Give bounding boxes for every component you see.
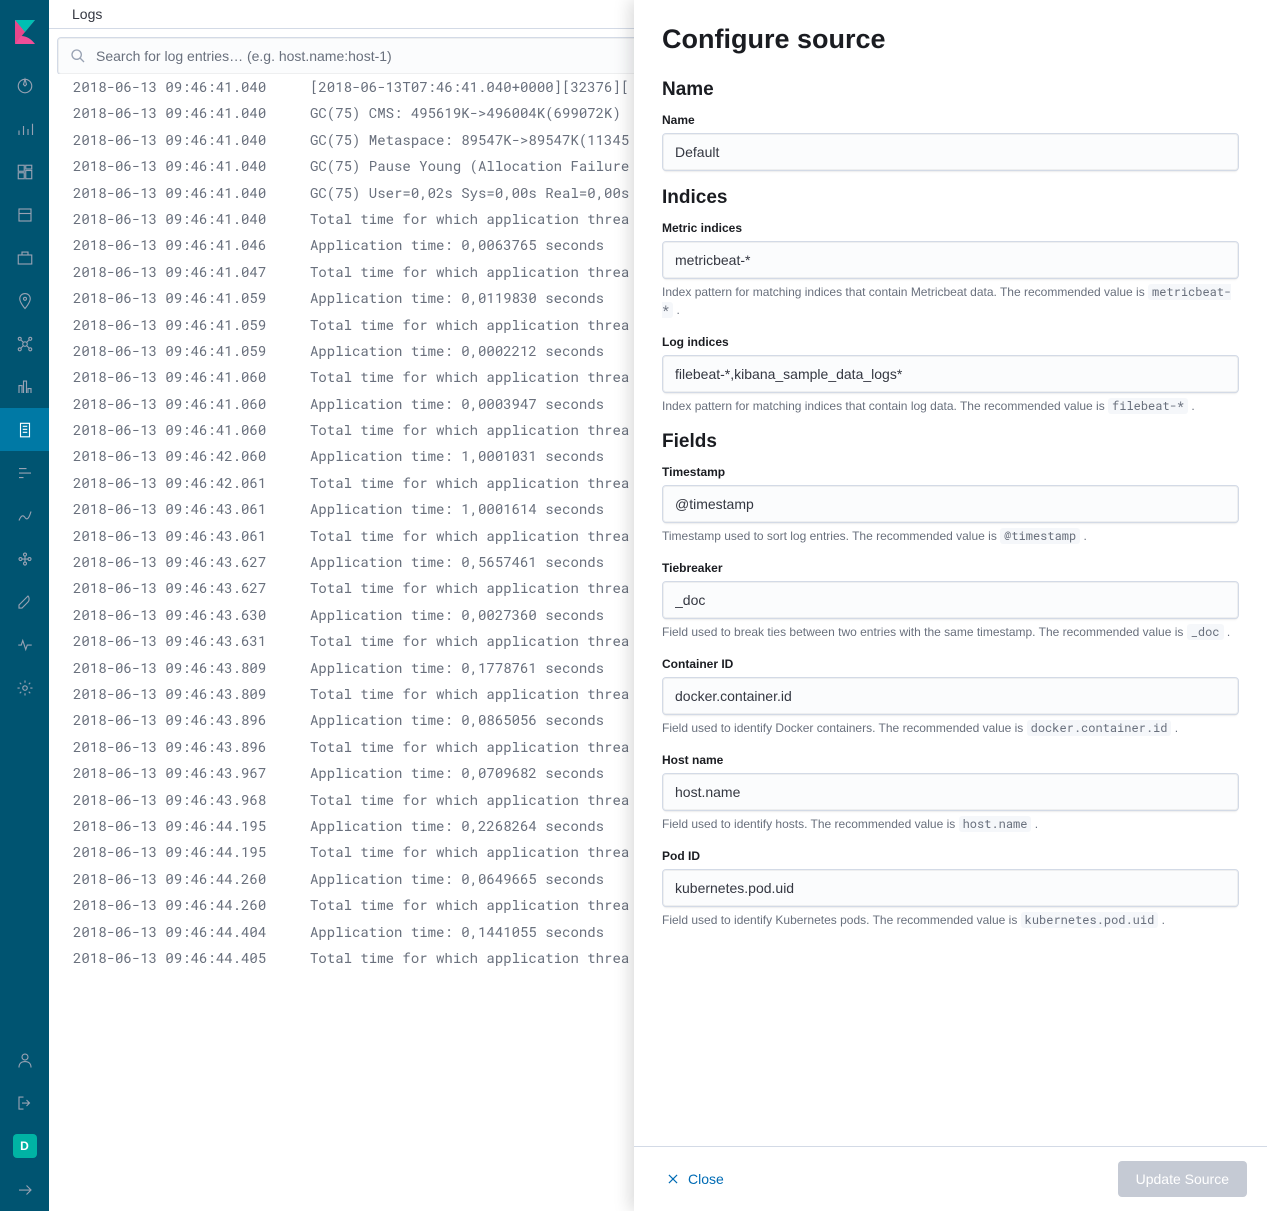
flyout-footer: Close Update Source [634, 1146, 1267, 1211]
container-id-label: Container ID [662, 657, 1239, 671]
log-timestamp: 2018-06-13 09:46:41.059 [73, 287, 310, 309]
section-indices-heading: Indices [662, 187, 1239, 209]
log-timestamp: 2018-06-13 09:46:43.061 [73, 498, 310, 520]
log-timestamp: 2018-06-13 09:46:43.968 [73, 789, 310, 811]
hostname-input[interactable] [662, 773, 1239, 811]
log-timestamp: 2018-06-13 09:46:44.195 [73, 841, 310, 863]
log-timestamp: 2018-06-13 09:46:41.060 [73, 393, 310, 415]
flyout-title: Configure source [662, 24, 1239, 55]
section-fields-heading: Fields [662, 431, 1239, 453]
log-timestamp: 2018-06-13 09:46:44.260 [73, 868, 310, 890]
nav-maps[interactable] [0, 279, 49, 322]
close-button[interactable]: Close [654, 1163, 736, 1195]
log-timestamp: 2018-06-13 09:46:41.060 [73, 419, 310, 441]
close-label: Close [688, 1171, 724, 1187]
nav-management[interactable] [0, 666, 49, 709]
log-indices-label: Log indices [662, 335, 1239, 349]
tiebreaker-input[interactable] [662, 581, 1239, 619]
log-timestamp: 2018-06-13 09:46:41.046 [73, 234, 310, 256]
nav-siem[interactable] [0, 537, 49, 580]
nav-monitoring[interactable] [0, 623, 49, 666]
hostname-label: Host name [662, 753, 1239, 767]
log-timestamp: 2018-06-13 09:46:44.195 [73, 815, 310, 837]
log-timestamp: 2018-06-13 09:46:43.896 [73, 709, 310, 731]
nav-dev-tools[interactable] [0, 580, 49, 623]
log-timestamp: 2018-06-13 09:46:41.059 [73, 340, 310, 362]
section-name-heading: Name [662, 79, 1239, 101]
timestamp-label: Timestamp [662, 465, 1239, 479]
log-timestamp: 2018-06-13 09:46:44.405 [73, 947, 310, 969]
tiebreaker-help: Field used to break ties between two ent… [662, 623, 1239, 641]
log-timestamp: 2018-06-13 09:46:41.040 [73, 208, 310, 230]
sidebar: D [0, 0, 49, 1211]
metric-indices-help: Index pattern for matching indices that … [662, 283, 1239, 319]
log-timestamp: 2018-06-13 09:46:43.061 [73, 525, 310, 547]
nav-graph[interactable] [0, 322, 49, 365]
metric-indices-label: Metric indices [662, 221, 1239, 235]
log-timestamp: 2018-06-13 09:46:41.059 [73, 314, 310, 336]
kibana-logo[interactable] [0, 0, 49, 64]
nav-uptime[interactable] [0, 494, 49, 537]
sidebar-nav [0, 64, 49, 1038]
log-timestamp: 2018-06-13 09:46:43.809 [73, 683, 310, 705]
name-label: Name [662, 113, 1239, 127]
pod-id-input[interactable] [662, 869, 1239, 907]
search-icon [70, 48, 86, 64]
nav-ml[interactable] [0, 236, 49, 279]
nav-logs[interactable] [0, 408, 49, 451]
nav-infrastructure[interactable] [0, 365, 49, 408]
log-timestamp: 2018-06-13 09:46:42.060 [73, 445, 310, 467]
container-id-help: Field used to identify Docker containers… [662, 719, 1239, 737]
name-input[interactable] [662, 133, 1239, 171]
log-timestamp: 2018-06-13 09:46:43.631 [73, 630, 310, 652]
log-timestamp: 2018-06-13 09:46:41.040 [73, 76, 310, 98]
log-timestamp: 2018-06-13 09:46:43.967 [73, 762, 310, 784]
log-timestamp: 2018-06-13 09:46:43.896 [73, 736, 310, 758]
log-timestamp: 2018-06-13 09:46:41.060 [73, 366, 310, 388]
nav-canvas[interactable] [0, 193, 49, 236]
log-timestamp: 2018-06-13 09:46:44.404 [73, 921, 310, 943]
configure-source-flyout: Configure source Name Name Indices Metri… [634, 0, 1267, 1211]
nav-dashboard[interactable] [0, 150, 49, 193]
log-timestamp: 2018-06-13 09:46:41.040 [73, 102, 310, 124]
container-id-input[interactable] [662, 677, 1239, 715]
tiebreaker-label: Tiebreaker [662, 561, 1239, 575]
pod-id-label: Pod ID [662, 849, 1239, 863]
sidebar-bottom: D [0, 1038, 49, 1211]
log-timestamp: 2018-06-13 09:46:43.809 [73, 657, 310, 679]
close-icon [666, 1172, 680, 1186]
nav-collapse-icon[interactable] [0, 1168, 49, 1211]
log-timestamp: 2018-06-13 09:46:41.047 [73, 261, 310, 283]
log-timestamp: 2018-06-13 09:46:43.627 [73, 551, 310, 573]
user-avatar[interactable]: D [13, 1134, 37, 1158]
timestamp-help: Timestamp used to sort log entries. The … [662, 527, 1239, 545]
log-indices-help: Index pattern for matching indices that … [662, 397, 1239, 415]
log-indices-input[interactable] [662, 355, 1239, 393]
hostname-help: Field used to identify hosts. The recomm… [662, 815, 1239, 833]
nav-visualize[interactable] [0, 107, 49, 150]
flyout-body: Configure source Name Name Indices Metri… [634, 0, 1267, 1146]
nav-logout-icon[interactable] [0, 1081, 49, 1124]
log-timestamp: 2018-06-13 09:46:44.260 [73, 894, 310, 916]
log-timestamp: 2018-06-13 09:46:41.040 [73, 155, 310, 177]
nav-discover[interactable] [0, 64, 49, 107]
log-timestamp: 2018-06-13 09:46:41.040 [73, 182, 310, 204]
page-title: Logs [72, 6, 102, 22]
update-source-button[interactable]: Update Source [1118, 1161, 1247, 1197]
metric-indices-input[interactable] [662, 241, 1239, 279]
timestamp-input[interactable] [662, 485, 1239, 523]
log-timestamp: 2018-06-13 09:46:43.627 [73, 577, 310, 599]
log-timestamp: 2018-06-13 09:46:42.061 [73, 472, 310, 494]
pod-id-help: Field used to identify Kubernetes pods. … [662, 911, 1239, 929]
log-timestamp: 2018-06-13 09:46:41.040 [73, 129, 310, 151]
log-timestamp: 2018-06-13 09:46:43.630 [73, 604, 310, 626]
nav-apm[interactable] [0, 451, 49, 494]
nav-user-icon[interactable] [0, 1038, 49, 1081]
